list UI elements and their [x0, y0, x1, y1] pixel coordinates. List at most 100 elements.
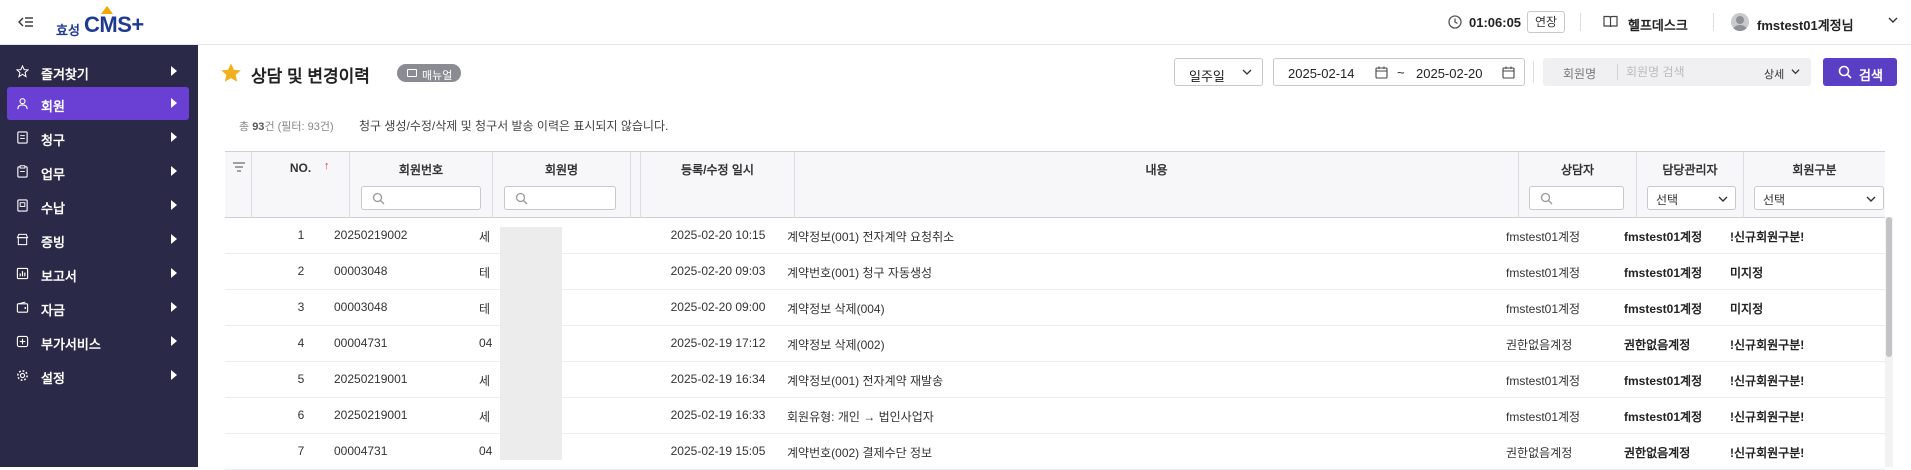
chevron-down-icon[interactable]	[1887, 14, 1899, 26]
datetime: 2025-02-20 09:00	[670, 300, 766, 314]
member-name: 세	[479, 230, 491, 244]
column-counselor[interactable]: 상담자	[1519, 152, 1637, 218]
clipboard-icon	[17, 165, 28, 178]
member-number: 20250219001	[334, 372, 408, 386]
period-select[interactable]: 일주일	[1174, 58, 1263, 86]
table-row[interactable]: 6 20250219001 세 2025-02-19 16:33 회원유형: 개…	[225, 398, 1885, 434]
content: 계약정보(001) 전자계약 재발송	[787, 374, 944, 388]
counselor: 권한없음계정	[1506, 338, 1573, 352]
column-member-type[interactable]: 회원구분 선택	[1744, 152, 1885, 218]
sidebar-item-label: 보고서	[41, 269, 77, 284]
sidebar-item-favorites[interactable]: 즐겨찾기	[7, 55, 189, 88]
table-scrollbar[interactable]	[1885, 217, 1893, 467]
datetime: 2025-02-19 16:33	[670, 408, 766, 422]
sidebar-item-funds[interactable]: 자금	[7, 291, 189, 324]
manual-button[interactable]: 매뉴얼	[397, 64, 461, 82]
member-number: 00003048	[334, 264, 388, 278]
counselor-filter-input[interactable]	[1529, 186, 1624, 210]
report-icon	[16, 267, 29, 280]
table-row[interactable]: 3 00003048 테 2025-02-20 09:00 계약정보 삭제(00…	[225, 290, 1885, 326]
history-table: NO. ↑ 회원번호 회원명 등록/수정 일시 내용 상담자 담당관리자 선택 …	[225, 151, 1885, 470]
manager: fmstest01계정	[1624, 302, 1703, 316]
column-header-label: 담당관리자	[1662, 163, 1718, 177]
column-header-label: 상담자	[1560, 163, 1595, 177]
search-icon	[372, 192, 385, 205]
table-row[interactable]: 7 00004731 04 2025-02-19 15:05 계약번호(002)…	[225, 434, 1885, 470]
member-name: 04	[479, 444, 493, 458]
scrollbar-thumb[interactable]	[1886, 217, 1892, 357]
table-row[interactable]: 5 20250219001 세 2025-02-19 16:34 계약정보(00…	[225, 362, 1885, 398]
calendar-icon[interactable]	[1502, 66, 1515, 79]
member-no-filter-input[interactable]	[361, 186, 481, 210]
favorite-star-icon[interactable]	[220, 62, 242, 84]
datetime: 2025-02-20 10:15	[670, 228, 766, 242]
member-type-filter-select[interactable]: 선택	[1754, 186, 1884, 210]
table-row[interactable]: 1 20250219002 세 2025-02-20 10:15 계약정보(00…	[225, 218, 1885, 254]
sidebar-item-addons[interactable]: 부가서비스	[7, 325, 189, 358]
chevron-right-icon	[171, 302, 177, 312]
member-name-filter-input[interactable]	[504, 186, 616, 210]
member-type: !신규회원구분!	[1730, 338, 1805, 352]
manager: 권한없음계정	[1624, 338, 1691, 352]
search-icon	[515, 192, 528, 205]
logo[interactable]: 효성 CMS+	[56, 6, 146, 38]
search-field-label[interactable]: 회원명	[1563, 65, 1596, 82]
table-header: NO. ↑ 회원번호 회원명 등록/수정 일시 내용 상담자 담당관리자 선택 …	[225, 152, 1885, 218]
manager-filter-select[interactable]: 선택	[1647, 186, 1736, 210]
calendar-icon[interactable]	[1375, 66, 1388, 79]
datetime: 2025-02-19 17:12	[670, 336, 766, 350]
chevron-right-icon	[171, 166, 177, 176]
member-type: !신규회원구분!	[1730, 446, 1805, 460]
avatar[interactable]	[1731, 13, 1749, 31]
detail-search-toggle[interactable]: 상세	[1764, 66, 1784, 82]
column-manager[interactable]: 담당관리자 선택	[1637, 152, 1744, 218]
sidebar-item-settings[interactable]: 설정	[7, 359, 189, 392]
sidebar-item-tasks[interactable]: 업무	[7, 155, 189, 188]
member-name: 세	[479, 410, 491, 424]
sidebar-item-billing[interactable]: 청구	[7, 121, 189, 154]
chevron-right-icon	[171, 268, 177, 278]
column-content[interactable]: 내용	[795, 152, 1519, 218]
user-name[interactable]: fmstest01계정님	[1757, 15, 1854, 34]
wallet-icon	[16, 301, 29, 313]
datetime: 2025-02-19 15:05	[670, 444, 766, 458]
end-date-input[interactable]: 2025-02-20	[1416, 66, 1483, 81]
extend-session-button[interactable]: 연장	[1527, 11, 1565, 33]
content: 계약번호(001) 청구 자동생성	[787, 266, 933, 280]
search-button[interactable]: 검색	[1823, 58, 1897, 86]
collapse-sidebar-icon[interactable]	[18, 14, 34, 30]
column-spacer	[631, 152, 641, 218]
member-number: 00003048	[334, 300, 388, 314]
member-type: !신규회원구분!	[1730, 410, 1805, 424]
column-menu-cell	[225, 152, 252, 218]
start-date-input[interactable]: 2025-02-14	[1288, 66, 1355, 81]
search-input[interactable]	[1626, 62, 1736, 82]
result-summary: 총 93건 (필터: 93건)	[239, 118, 334, 134]
column-settings-icon[interactable]	[233, 162, 245, 172]
column-member-no[interactable]: 회원번호	[350, 152, 493, 218]
content: 계약번호(002) 결제수단 정보	[787, 446, 933, 460]
chevron-down-icon[interactable]	[1791, 67, 1800, 76]
column-member-name[interactable]: 회원명	[493, 152, 631, 218]
table-row[interactable]: 2 00003048 테 2025-02-20 09:03 계약번호(001) …	[225, 254, 1885, 290]
helpdesk-link[interactable]: 헬프데스크	[1628, 15, 1688, 34]
sidebar-item-reports[interactable]: 보고서	[7, 257, 189, 290]
manager: fmstest01계정	[1624, 410, 1703, 424]
divider	[1713, 13, 1714, 31]
sidebar-item-members[interactable]: 회원	[7, 87, 189, 120]
invoice-icon	[17, 131, 28, 144]
member-name: 테	[479, 302, 491, 316]
table-row[interactable]: 4 00004731 04 2025-02-19 17:12 계약정보 삭제(0…	[225, 326, 1885, 362]
column-datetime[interactable]: 등록/수정 일시	[641, 152, 795, 218]
chevron-right-icon	[171, 98, 177, 108]
manual-label: 매뉴얼	[422, 70, 453, 82]
sort-ascending-icon[interactable]: ↑	[324, 160, 330, 172]
manager: 권한없음계정	[1624, 446, 1691, 460]
sidebar-item-evidence[interactable]: 증빙	[7, 223, 189, 256]
sidebar-item-collection[interactable]: 수납	[7, 189, 189, 222]
member-number: 20250219002	[334, 228, 408, 242]
date-range-picker: 2025-02-14 ~ 2025-02-20	[1273, 58, 1525, 86]
sidebar-item-label: 회원	[41, 99, 65, 114]
column-no[interactable]: NO. ↑	[252, 152, 350, 218]
top-bar: 효성 CMS+ 01:06:05 연장 헬프데스크 fmstest01계정님	[0, 0, 1911, 45]
